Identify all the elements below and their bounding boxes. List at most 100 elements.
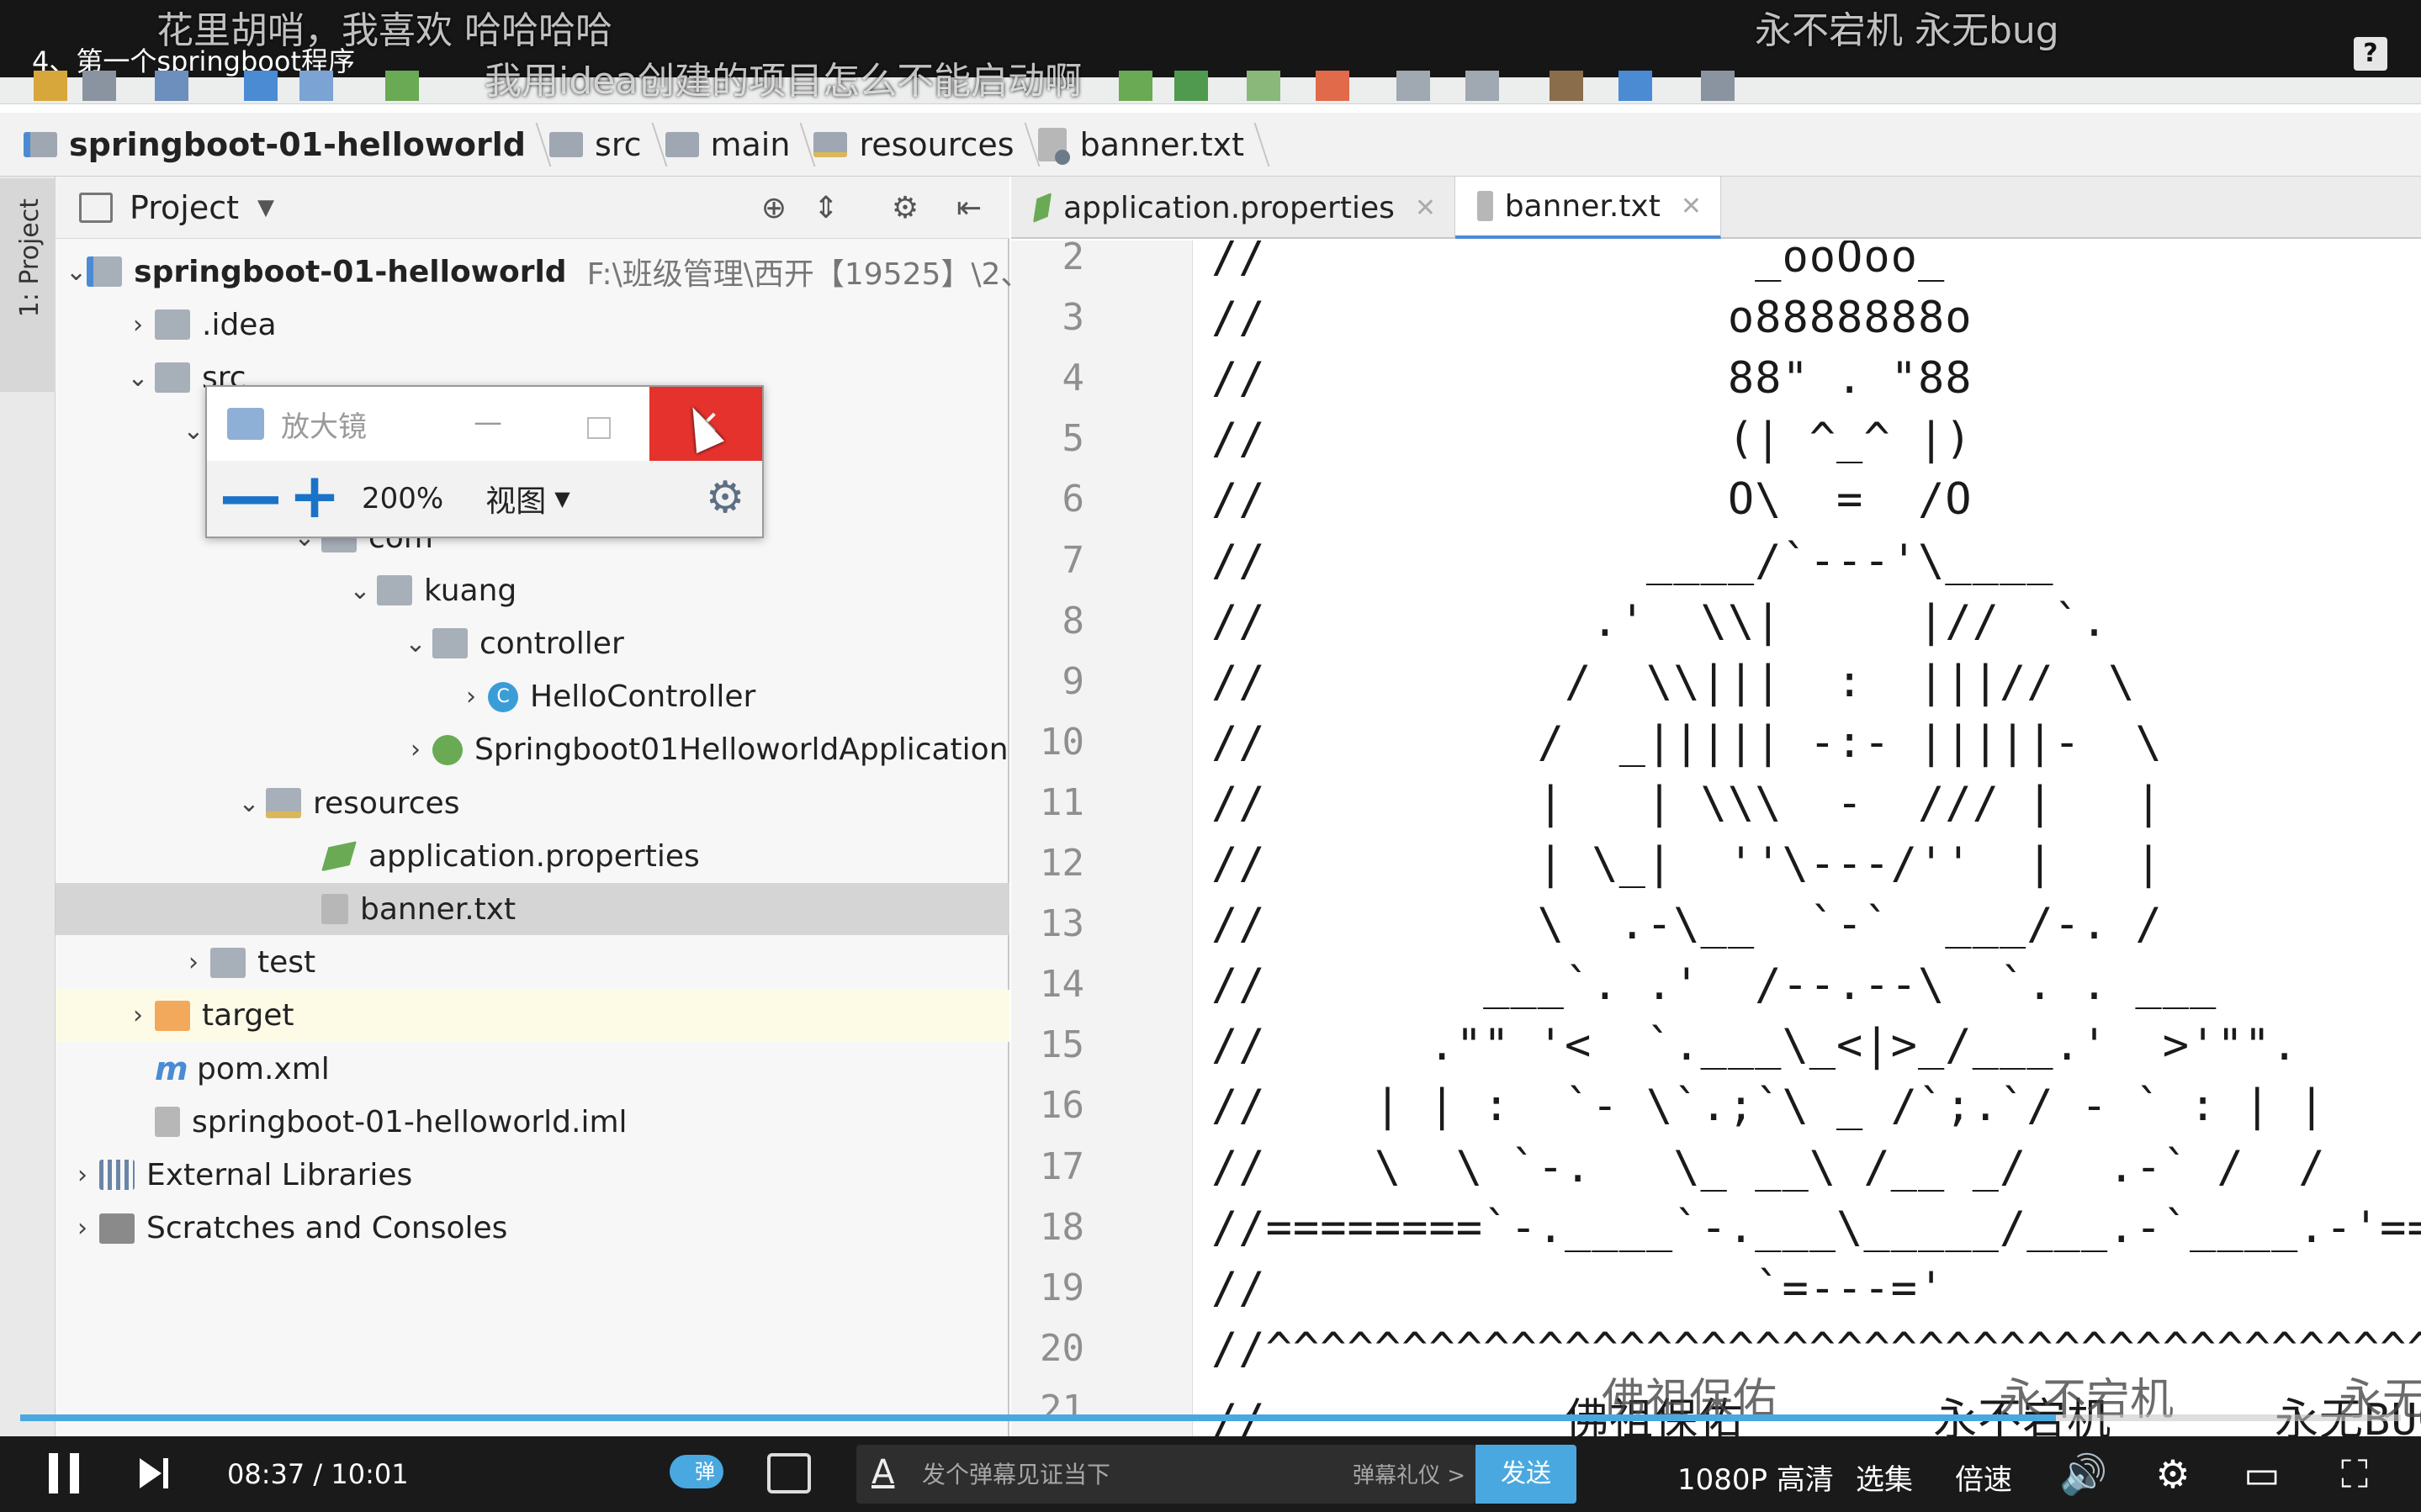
time-total: 10:01 xyxy=(331,1458,409,1490)
minimize-button[interactable]: — xyxy=(459,405,517,442)
tree-item[interactable]: › Springboot01HelloworldApplication xyxy=(56,724,1009,776)
close-icon[interactable]: ✕ xyxy=(1415,193,1436,223)
zoom-level: 200% xyxy=(362,482,444,515)
chevron-right-icon[interactable]: › xyxy=(121,1001,155,1030)
code-line: // / _||||| -:- |||||- \ xyxy=(1211,716,2163,768)
breadcrumb-item-main[interactable]: main xyxy=(665,113,814,177)
code-line: // 88" . "88 xyxy=(1211,353,1973,404)
vcs-update-icon[interactable] xyxy=(1465,71,1499,101)
speed-button[interactable]: 倍速 xyxy=(1955,1456,2012,1498)
gear-icon[interactable]: ⚙ xyxy=(702,474,749,521)
tree-item[interactable]: ⌄ resources xyxy=(56,777,1009,829)
quality-selector[interactable]: 1080P 高清 xyxy=(1677,1456,1834,1498)
back-arrow-icon[interactable] xyxy=(244,71,278,101)
project-tool-button[interactable]: 1: Project xyxy=(0,178,56,392)
danmaku-comment: 我用idea创建的项目怎么不能启动啊 xyxy=(485,60,1083,103)
line-number: 15 xyxy=(1040,1023,1084,1067)
coverage-icon[interactable] xyxy=(1247,71,1280,101)
chevron-right-icon[interactable]: › xyxy=(399,735,432,764)
breadcrumb-item-file[interactable]: banner.txt xyxy=(1037,113,1268,177)
folder-icon xyxy=(210,947,246,978)
hide-panel-icon[interactable]: ⇤ xyxy=(952,192,986,225)
breadcrumb-item-project[interactable]: springboot-01-helloworld xyxy=(24,113,549,177)
settings-wrench-icon[interactable] xyxy=(1550,71,1583,101)
locate-icon[interactable]: ⊕ xyxy=(757,192,791,225)
zoom-out-button[interactable]: — xyxy=(219,465,283,531)
tree-item[interactable]: › .idea xyxy=(56,299,1009,351)
vcs-icon[interactable] xyxy=(1396,71,1430,101)
danmaku-toggle[interactable]: 弹 xyxy=(670,1455,723,1488)
iml-file-icon xyxy=(155,1107,180,1138)
gear-icon[interactable]: ⚙ xyxy=(2150,1451,2196,1497)
tree-item[interactable]: › C HelloController xyxy=(56,671,1009,723)
tree-item[interactable]: application.properties xyxy=(56,830,1009,882)
breadcrumb-label: banner.txt xyxy=(1079,125,1245,163)
scratches-icon xyxy=(99,1213,135,1244)
danmaku-settings-icon[interactable] xyxy=(767,1453,811,1493)
chevron-down-icon[interactable]: ⌄ xyxy=(343,576,377,605)
tree-item[interactable]: ⌄ springboot-01-helloworld F:\班级管理\西开【1952… xyxy=(56,246,1030,298)
line-number: 6 xyxy=(1062,478,1085,521)
tree-item-label: .idea xyxy=(202,307,277,342)
breadcrumb-item-resources[interactable]: resources xyxy=(813,113,1037,177)
sdk-icon[interactable] xyxy=(1701,71,1735,101)
chevron-right-icon[interactable]: › xyxy=(454,682,488,711)
project-view-dropdown[interactable]: Project xyxy=(130,189,239,226)
close-icon[interactable]: ✕ xyxy=(1681,192,1702,221)
project-panel-header: Project ▼ ⊕ ⇕ ⚙ ⇤ xyxy=(56,177,1009,239)
picture-in-picture-icon[interactable]: ▭ xyxy=(2239,1451,2285,1497)
chevron-down-icon[interactable]: ⌄ xyxy=(121,363,155,393)
breadcrumb-item-src[interactable]: src xyxy=(549,113,665,177)
open-folder-icon[interactable] xyxy=(34,71,67,101)
chevron-right-icon[interactable]: › xyxy=(66,1213,99,1243)
send-button[interactable]: 发送 xyxy=(1475,1445,1576,1504)
danmaku-style-icon[interactable]: A xyxy=(871,1453,894,1492)
chevron-down-icon[interactable]: ⌄ xyxy=(399,629,432,658)
project-structure-icon[interactable] xyxy=(1618,71,1652,101)
help-icon[interactable]: ? xyxy=(2354,37,2387,71)
tree-item-label: kuang xyxy=(424,573,517,608)
tree-item[interactable]: › Scratches and Consoles xyxy=(56,1203,1009,1255)
pause-button[interactable] xyxy=(49,1453,79,1493)
tree-item[interactable]: ⌄ kuang xyxy=(56,564,1009,616)
tree-item[interactable]: › test xyxy=(56,937,1009,989)
tab-banner-txt[interactable]: banner.txt ✕ xyxy=(1455,177,1721,239)
chevron-down-icon[interactable]: ▼ xyxy=(257,195,274,220)
chevron-right-icon[interactable]: › xyxy=(66,1160,99,1190)
code-editor[interactable]: // _ooOoo_ // o8888888o // 88" . "88 // (| … xyxy=(1195,241,2421,1438)
save-icon[interactable] xyxy=(82,71,116,101)
build-icon[interactable] xyxy=(385,71,419,101)
tree-item[interactable]: ⌄ controller xyxy=(56,617,1009,669)
fullscreen-icon[interactable]: ⛶ xyxy=(2332,1451,2377,1497)
tree-item[interactable]: › External Libraries xyxy=(56,1149,1009,1201)
next-button[interactable] xyxy=(140,1455,173,1492)
gear-icon[interactable]: ⚙ xyxy=(888,192,922,225)
text-file-icon xyxy=(1477,191,1493,221)
forward-arrow-icon[interactable] xyxy=(299,71,333,101)
resources-folder-icon xyxy=(813,131,848,157)
tree-item[interactable]: banner.txt xyxy=(56,883,1009,936)
maximize-button[interactable] xyxy=(570,407,621,444)
chevron-right-icon[interactable]: › xyxy=(121,310,155,340)
danmaku-etiquette-link[interactable]: 弹幕礼仪 > xyxy=(1353,1458,1465,1489)
sync-icon[interactable] xyxy=(155,71,188,101)
danmaku-comment: 永不宕机 永无bug xyxy=(1755,9,2059,52)
collapse-all-icon[interactable]: ⇕ xyxy=(809,192,843,225)
tree-item[interactable]: springboot-01-helloworld.iml xyxy=(56,1096,1009,1148)
volume-icon[interactable]: 🔊 xyxy=(2059,1451,2107,1497)
zoom-in-button[interactable]: + xyxy=(283,465,347,531)
danmaku-input[interactable] xyxy=(922,1445,1309,1504)
stop-icon[interactable] xyxy=(1316,71,1349,101)
debug-icon[interactable] xyxy=(1174,71,1208,101)
episodes-button[interactable]: 选集 xyxy=(1856,1456,1913,1498)
tab-application-properties[interactable]: application.properties ✕ xyxy=(1011,177,1455,239)
view-menu[interactable]: 视图 xyxy=(485,477,546,521)
tree-item[interactable]: m pom.xml xyxy=(56,1043,1009,1095)
chevron-down-icon[interactable]: ⌄ xyxy=(232,789,266,818)
code-line: // ."" '< `.___\_<|>_/___.' >'"". xyxy=(1211,1020,2299,1071)
tree-item[interactable]: › target xyxy=(56,989,1009,1042)
chevron-down-icon[interactable]: ⌄ xyxy=(66,257,87,287)
run-icon[interactable] xyxy=(1119,71,1152,101)
chevron-down-icon[interactable]: ▼ xyxy=(554,487,569,510)
chevron-right-icon[interactable]: › xyxy=(177,948,210,977)
